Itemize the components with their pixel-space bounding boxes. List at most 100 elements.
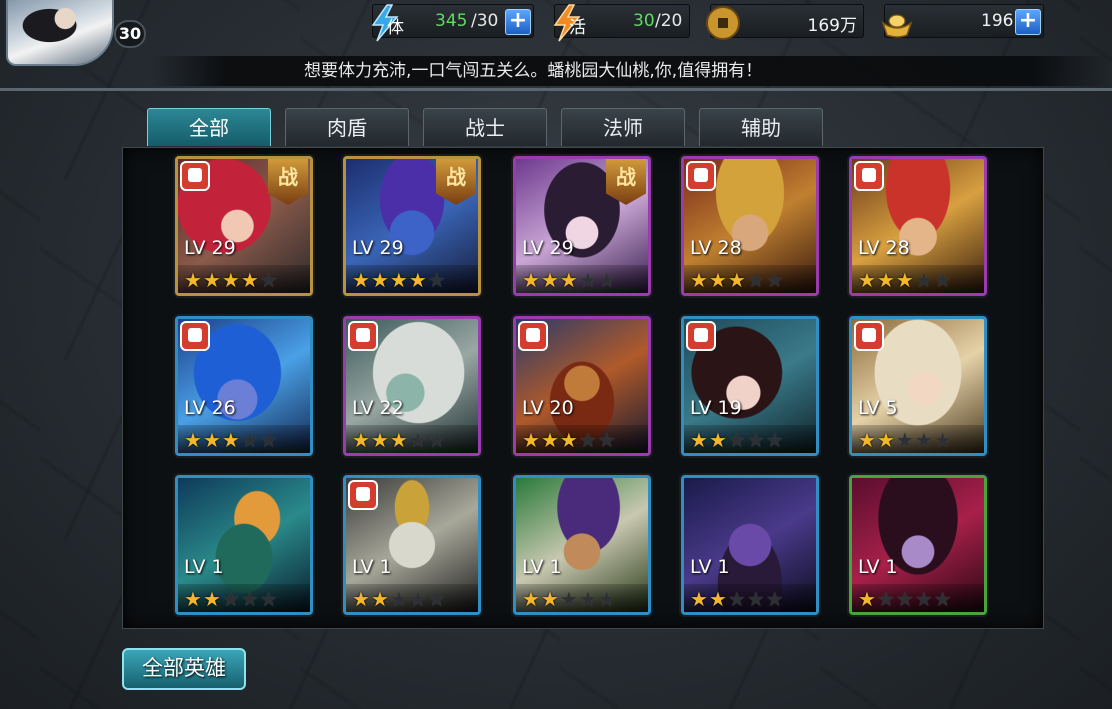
star-filled-icon: ★ [895,268,915,292]
star-filled-icon: ★ [184,428,203,452]
hero-card[interactable]: LV 1 ★★★★★ [175,475,313,615]
star-empty-icon: ★ [876,587,896,611]
notice-banner: 想要体力充沛,一口气闯五关么。蟠桃园大仙桃,你,值得拥有！ [150,56,1110,86]
hero-level: LV 1 [184,556,224,578]
vitality-resource: 活 30 /20 [553,4,690,42]
star-filled-icon: ★ [858,428,877,452]
star-empty-icon: ★ [914,428,934,452]
tab-support[interactable]: 辅助 [699,108,823,146]
star-filled-icon: ★ [202,428,222,452]
star-filled-icon: ★ [370,268,390,292]
star-filled-icon: ★ [540,587,560,611]
star-empty-icon: ★ [727,587,747,611]
hero-level: LV 29 [184,237,236,259]
star-empty-icon: ★ [914,587,934,611]
hero-card[interactable]: LV 1 ★★★★★ [343,475,481,615]
hero-card[interactable]: 战 LV 29 ★★★★★ [513,156,651,296]
add-stamina-button[interactable]: + [505,9,531,35]
star-filled-icon: ★ [408,268,428,292]
star-filled-icon: ★ [370,428,390,452]
hero-card[interactable]: 战 LV 29 ★★★★★ [343,156,481,296]
ingots-value: 196 [981,11,1014,31]
hero-star-rating: ★★★★★ [684,425,816,453]
star-filled-icon: ★ [184,587,203,611]
hero-card[interactable]: LV 1 ★★★★★ [513,475,651,615]
hero-card[interactable]: LV 28 ★★★★★ [849,156,987,296]
hero-level: LV 1 [522,556,562,578]
hero-level: LV 28 [690,237,742,259]
star-filled-icon: ★ [690,428,709,452]
star-filled-icon: ★ [708,587,728,611]
star-empty-icon: ★ [240,587,260,611]
star-filled-icon: ★ [389,268,409,292]
star-filled-icon: ★ [708,268,728,292]
tab-all[interactable]: 全部 [147,108,271,146]
star-filled-icon: ★ [559,268,579,292]
star-empty-icon: ★ [578,428,598,452]
avatar[interactable] [6,0,114,66]
hero-level: LV 26 [184,397,236,419]
star-filled-icon: ★ [708,428,728,452]
armor-class-icon [180,161,210,191]
star-empty-icon: ★ [746,268,766,292]
star-filled-icon: ★ [522,428,541,452]
star-empty-icon: ★ [259,428,279,452]
stamina-label: 体 [387,18,404,38]
star-filled-icon: ★ [202,587,222,611]
star-filled-icon: ★ [876,268,896,292]
hero-card[interactable]: LV 22 ★★★★★ [343,316,481,456]
hero-star-rating: ★★★★★ [346,584,478,612]
hero-card[interactable]: LV 20 ★★★★★ [513,316,651,456]
tab-tank[interactable]: 肉盾 [285,108,409,146]
star-filled-icon: ★ [352,587,371,611]
star-filled-icon: ★ [540,268,560,292]
hero-level: LV 22 [352,397,404,419]
all-heroes-button[interactable]: 全部英雄 [122,648,246,690]
star-empty-icon: ★ [765,587,785,611]
hero-star-rating: ★★★★★ [852,425,984,453]
tab-mage[interactable]: 法师 [561,108,685,146]
hero-card[interactable]: LV 28 ★★★★★ [681,156,819,296]
star-empty-icon: ★ [727,428,747,452]
star-empty-icon: ★ [408,428,428,452]
star-empty-icon: ★ [746,428,766,452]
hero-level: LV 5 [858,397,898,419]
hero-star-rating: ★★★★★ [684,265,816,293]
player-avatar-area[interactable]: 30 [0,0,160,80]
hero-card[interactable]: LV 26 ★★★★★ [175,316,313,456]
hero-card[interactable]: LV 5 ★★★★★ [849,316,987,456]
hero-star-rating: ★★★★★ [178,265,310,293]
hero-star-rating: ★★★★★ [852,265,984,293]
star-filled-icon: ★ [876,428,896,452]
hero-level: LV 19 [690,397,742,419]
ingots-resource: 196 + [881,4,1044,38]
star-filled-icon: ★ [221,428,241,452]
star-empty-icon: ★ [895,428,915,452]
armor-class-icon [686,321,716,351]
game-screen: { "player": { "level": "30" }, "resource… [0,0,1112,709]
hero-card[interactable]: 战 LV 29 ★★★★★ [175,156,313,296]
add-ingots-button[interactable]: + [1015,9,1041,35]
star-filled-icon: ★ [690,268,709,292]
star-empty-icon: ★ [933,268,953,292]
star-filled-icon: ★ [858,587,877,611]
hero-card[interactable]: LV 19 ★★★★★ [681,316,819,456]
tab-warrior[interactable]: 战士 [423,108,547,146]
star-empty-icon: ★ [559,587,579,611]
stamina-max: /30 [471,11,499,31]
hero-level: LV 1 [690,556,730,578]
star-empty-icon: ★ [746,587,766,611]
hero-card[interactable]: LV 1 ★★★★★ [681,475,819,615]
hero-level: LV 29 [522,237,574,259]
hero-card[interactable]: LV 1 ★★★★★ [849,475,987,615]
star-empty-icon: ★ [427,268,447,292]
star-empty-icon: ★ [597,587,617,611]
star-filled-icon: ★ [240,268,260,292]
armor-class-icon [686,161,716,191]
star-empty-icon: ★ [765,268,785,292]
star-empty-icon: ★ [933,587,953,611]
coin-icon [706,6,740,40]
vitality-max: /20 [655,11,683,31]
star-empty-icon: ★ [427,428,447,452]
star-empty-icon: ★ [408,587,428,611]
